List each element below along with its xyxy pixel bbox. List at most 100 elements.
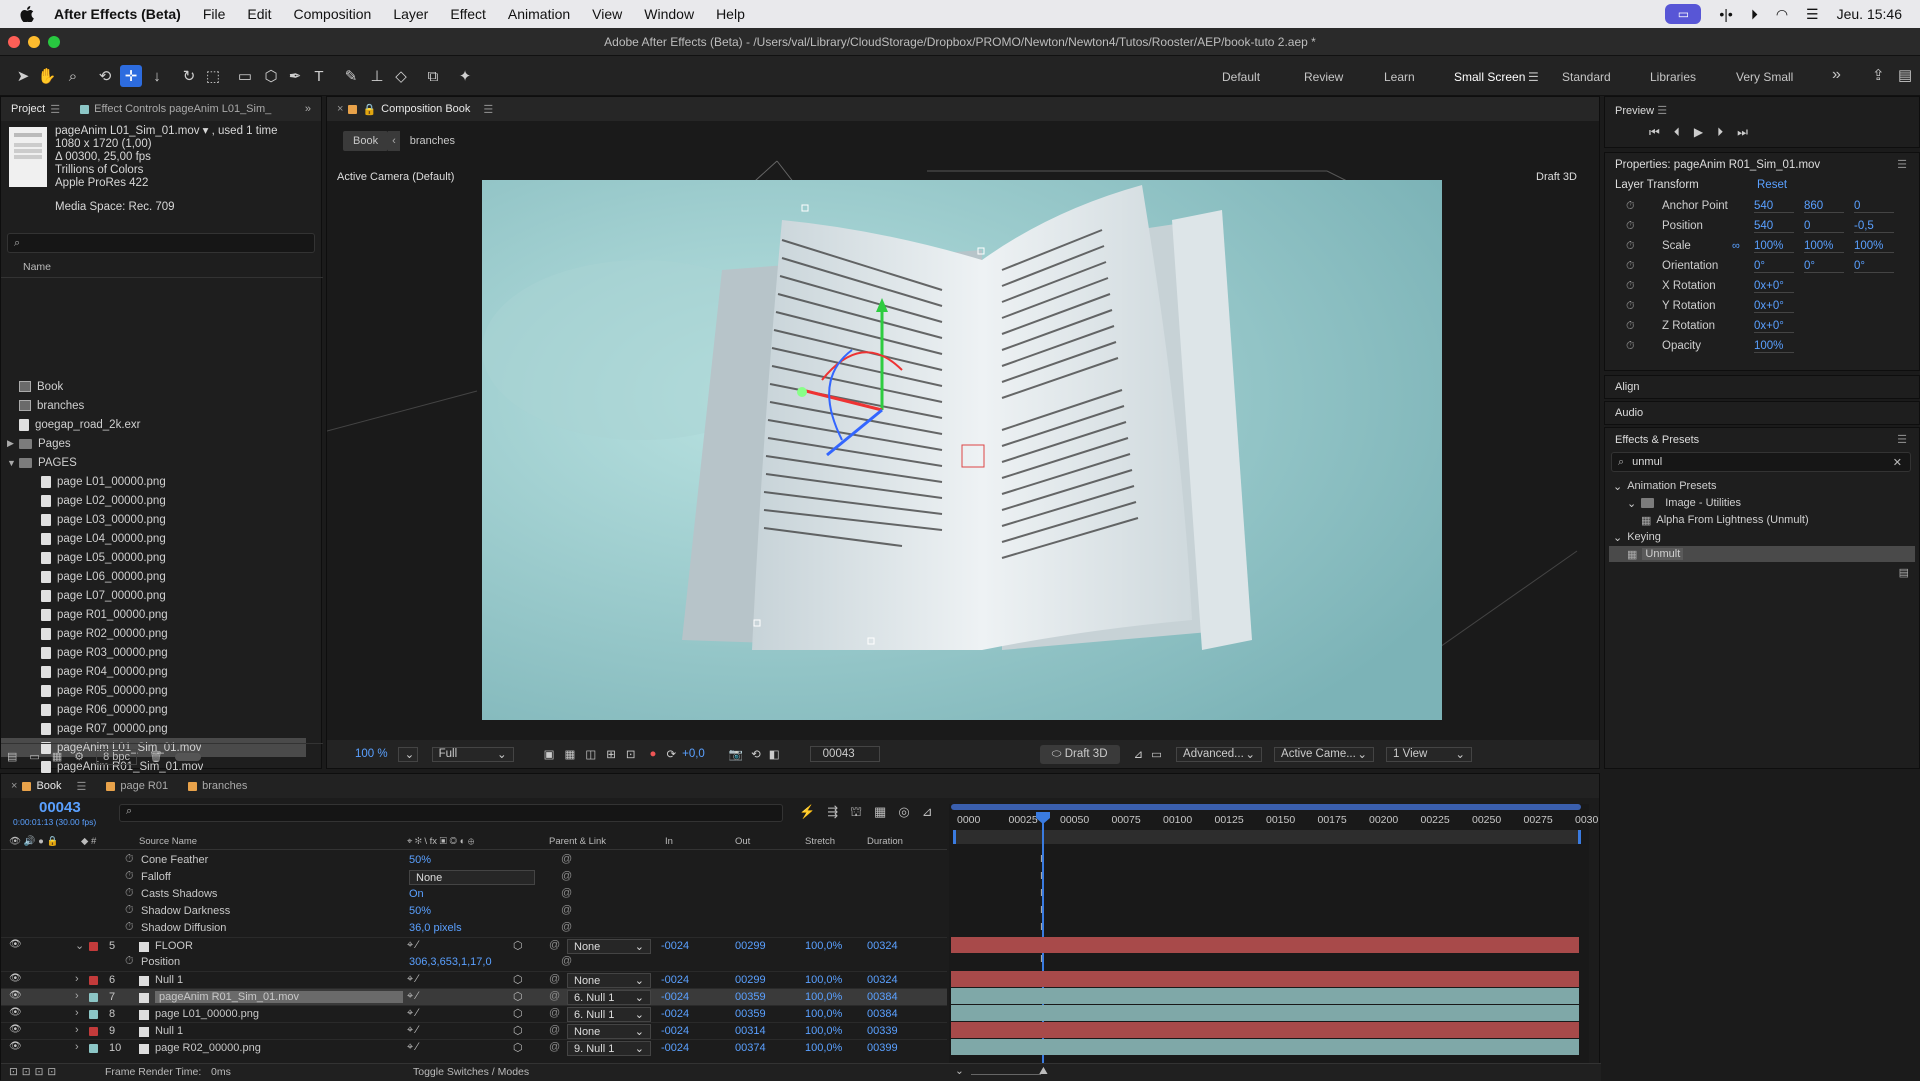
screen-share-icon[interactable]: ▭: [1665, 4, 1702, 24]
property-value[interactable]: 36,0 pixels: [409, 922, 462, 934]
project-item[interactable]: goegap_road_2k.exr: [1, 415, 306, 434]
thumbnail-slider[interactable]: [174, 752, 201, 761]
project-item[interactable]: page L07_00000.png: [1, 586, 306, 605]
zoom-level[interactable]: 100 %: [355, 748, 388, 760]
3d-layer-icon[interactable]: ⬡: [513, 1007, 523, 1020]
pickwhip-icon[interactable]: @: [549, 1007, 560, 1019]
parent-dropdown[interactable]: None ⌄: [567, 973, 651, 988]
layer-switches[interactable]: ⌖ ⁄: [407, 1024, 418, 1037]
project-item[interactable]: Book: [1, 377, 306, 396]
chevron-down-icon[interactable]: ⌄: [1613, 531, 1622, 544]
layer-stretch-value[interactable]: 100,0%: [805, 974, 842, 986]
project-item[interactable]: page L04_00000.png: [1, 529, 306, 548]
zoom-in-icon[interactable]: ⛰: [1039, 1065, 1048, 1078]
3d-layer-icon[interactable]: ⬡: [513, 990, 523, 1003]
property-value[interactable]: 0x+0°: [1754, 300, 1794, 313]
layer-twirl-icon[interactable]: ›: [75, 1041, 79, 1053]
timeline-tab-page-r01[interactable]: page R01: [96, 774, 178, 798]
stopwatch-icon[interactable]: ⏱: [125, 853, 134, 866]
chevron-down-icon[interactable]: ▼: [7, 458, 19, 468]
timeline-tab-book[interactable]: × Book ☰: [1, 774, 96, 798]
guides-icon[interactable]: ⊡: [626, 747, 636, 761]
visibility-eye-icon[interactable]: 👁: [9, 1007, 22, 1018]
property-value[interactable]: 0°: [1754, 260, 1794, 273]
show-snapshot-icon[interactable]: ⟲: [751, 747, 761, 761]
close-window-button[interactable]: [8, 36, 20, 48]
property-value[interactable]: 0x+0°: [1754, 280, 1794, 293]
stopwatch-icon[interactable]: ⏱: [1626, 240, 1635, 253]
layer-out-value[interactable]: 00359: [735, 991, 766, 1003]
project-item[interactable]: ▶ Pages: [1, 434, 306, 453]
layer-name[interactable]: page L01_00000.png: [155, 1008, 259, 1020]
stopwatch-icon[interactable]: ⏱: [1626, 200, 1635, 213]
keyframe-marker[interactable]: I: [1040, 954, 1043, 965]
composition-viewer[interactable]: [482, 180, 1442, 720]
tab-project[interactable]: Project ☰: [1, 97, 70, 121]
av-switches-header-icon[interactable]: 👁 🔊 ● 🔒: [9, 836, 58, 847]
effects-menu-icon[interactable]: ☰: [1897, 433, 1907, 446]
falloff-dropdown[interactable]: None: [409, 870, 535, 885]
zoom-tool-icon[interactable]: ⌕: [62, 65, 84, 87]
parent-header[interactable]: Parent & Link: [549, 836, 606, 847]
zoom-dropdown[interactable]: ⌄: [397, 746, 418, 762]
next-frame-icon[interactable]: ⏵: [1717, 125, 1723, 140]
workspace-very-small[interactable]: Very Small: [1736, 70, 1793, 84]
apple-icon[interactable]: [18, 5, 36, 23]
layer-dur-value[interactable]: 00384: [867, 991, 898, 1003]
graph-editor-icon[interactable]: ⊿: [922, 804, 933, 822]
color-channels-icon[interactable]: ●: [650, 748, 657, 760]
play-circle-icon[interactable]: ⏵: [1751, 6, 1758, 23]
tab-composition-book[interactable]: × 🔒 Composition Book ☰: [327, 97, 503, 121]
layer-switches[interactable]: ⌖ ⁄: [407, 939, 418, 952]
interpret-footage-icon[interactable]: ▤: [7, 750, 17, 763]
pickwhip-icon[interactable]: @: [561, 904, 572, 916]
audio-panel[interactable]: Audio: [1604, 401, 1920, 425]
keyframe-marker[interactable]: I: [1040, 871, 1043, 882]
exposure-value[interactable]: +0,0: [682, 748, 705, 760]
layer-stretch-value[interactable]: 100,0%: [805, 991, 842, 1003]
project-item[interactable]: page R07_00000.png: [1, 719, 306, 738]
effects-tree-item[interactable]: ⌄ Keying: [1609, 529, 1915, 545]
property-value[interactable]: 0°: [1804, 260, 1844, 273]
shy-layers-icon[interactable]: ⛫: [850, 804, 862, 822]
show-channel-icon[interactable]: ◧: [769, 747, 780, 761]
stopwatch-icon[interactable]: ⏱: [1626, 220, 1635, 233]
trash-icon[interactable]: 🗑: [149, 750, 163, 763]
layer-twirl-icon[interactable]: ⌄: [75, 939, 84, 952]
clock[interactable]: Jeu. 15:46: [1837, 6, 1902, 22]
layer-duration-bar[interactable]: [951, 937, 1579, 953]
pickwhip-icon[interactable]: @: [549, 1024, 560, 1036]
property-value[interactable]: On: [409, 888, 424, 900]
dolly-tool-icon[interactable]: ↓: [146, 65, 168, 87]
label-color-swatch[interactable]: [89, 1044, 98, 1053]
stopwatch-icon[interactable]: ⏱: [1626, 260, 1635, 273]
layer-out-value[interactable]: 00299: [735, 974, 766, 986]
layer-name[interactable]: pageAnim R01_Sim_01.mov: [155, 991, 403, 1003]
renderer-dropdown[interactable]: Advanced... ⌄: [1176, 746, 1263, 762]
layer-duration-bar[interactable]: [951, 988, 1579, 1004]
layer-name[interactable]: page R02_00000.png: [155, 1042, 261, 1054]
timeline-layer-row[interactable]: 👁 › 7 pageAnim R01_Sim_01.mov ⌖ ⁄ ⬡ @6. Null 1…: [1, 988, 947, 1005]
menu-help[interactable]: Help: [716, 6, 745, 22]
last-frame-icon[interactable]: ⏭: [1737, 125, 1748, 140]
workspace-default[interactable]: Default: [1222, 70, 1260, 84]
constrain-proportions-icon[interactable]: ∞: [1732, 240, 1740, 252]
label-color-swatch[interactable]: [89, 1027, 98, 1036]
pickwhip-icon[interactable]: @: [549, 990, 560, 1002]
current-time-field[interactable]: 00043: [809, 746, 880, 762]
control-dot-icon[interactable]: •|•: [1719, 6, 1732, 22]
workspace-menu-icon[interactable]: ☰: [1528, 70, 1539, 84]
resolution-dropdown[interactable]: Full ⌄: [431, 746, 514, 762]
layer-out-value[interactable]: 00359: [735, 1008, 766, 1020]
snapshot-icon[interactable]: 📷: [729, 747, 743, 761]
3d-layer-icon[interactable]: ⬡: [513, 1024, 523, 1037]
project-item[interactable]: page R06_00000.png: [1, 700, 306, 719]
parent-dropdown[interactable]: 6. Null 1 ⌄: [567, 1007, 651, 1022]
pickwhip-icon[interactable]: @: [549, 1041, 560, 1053]
layer-out-value[interactable]: 00374: [735, 1042, 766, 1054]
camera-dropdown[interactable]: Active Came... ⌄: [1274, 746, 1375, 762]
layer-dur-value[interactable]: 00324: [867, 974, 898, 986]
chevron-down-icon[interactable]: ⌄: [1627, 497, 1636, 510]
3d-layer-icon[interactable]: ⬡: [513, 1041, 523, 1054]
region-icon[interactable]: ▣: [544, 747, 555, 761]
